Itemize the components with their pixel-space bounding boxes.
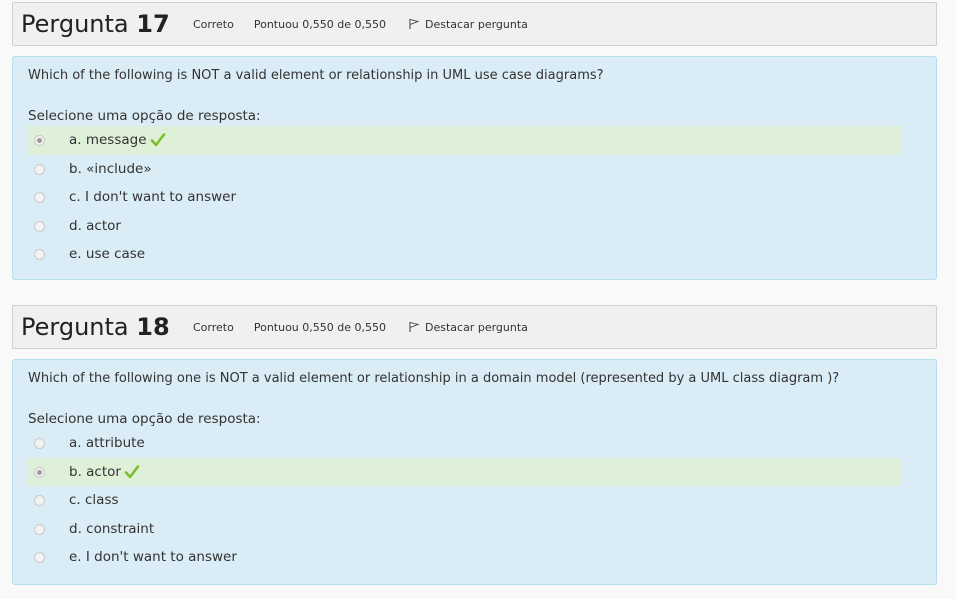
- answer-option[interactable]: c. class: [28, 486, 902, 515]
- flag-icon: [409, 18, 420, 29]
- question-number: 18: [136, 313, 170, 341]
- check-icon: [124, 464, 140, 479]
- answer-label: b. actor: [69, 463, 121, 480]
- answer-prompt: Selecione uma opção de resposta:: [28, 108, 261, 124]
- question-title-word: Pergunta: [21, 10, 129, 38]
- question-text: Which of the following one is NOT a vali…: [28, 371, 840, 386]
- answer-option[interactable]: a. attribute: [28, 429, 902, 458]
- answer-radio[interactable]: [34, 192, 45, 203]
- question-title-word: Pergunta: [21, 313, 129, 341]
- answer-option[interactable]: a. message: [28, 126, 902, 155]
- flag-question-link[interactable]: Destacar pergunta: [408, 321, 528, 334]
- answer-label: e. I don't want to answer: [69, 549, 237, 566]
- answer-list: a. message b. «include» c. I don't want …: [28, 126, 902, 269]
- answer-label: d. constraint: [69, 520, 155, 537]
- answer-radio[interactable]: [34, 163, 45, 175]
- flag-question-link[interactable]: Destacar pergunta: [408, 18, 528, 31]
- answer-option[interactable]: e. use case: [28, 240, 902, 269]
- answer-radio[interactable]: [34, 249, 45, 260]
- answer-label: d. actor: [69, 217, 121, 234]
- answer-radio[interactable]: [34, 220, 45, 232]
- answer-label: e. use case: [69, 246, 146, 263]
- answer-radio[interactable]: [34, 523, 45, 535]
- check-icon: [150, 133, 165, 147]
- answer-label: a. attribute: [69, 435, 145, 452]
- question-18: Pergunta 18 Correto Pontuou 0,550 de 0,5…: [12, 305, 937, 585]
- question-state: Correto: [193, 320, 234, 334]
- question-text: Which of the following is NOT a valid el…: [28, 68, 604, 83]
- flag-icon: [409, 321, 420, 332]
- answer-radio[interactable]: [34, 466, 45, 478]
- answer-option[interactable]: e. I don't want to answer: [28, 543, 902, 572]
- answer-label: c. class: [69, 492, 119, 509]
- answer-radio[interactable]: [34, 495, 45, 506]
- answer-option[interactable]: b. actor: [28, 457, 902, 486]
- answer-option[interactable]: d. actor: [28, 212, 902, 241]
- answer-prompt: Selecione uma opção de resposta:: [28, 411, 261, 427]
- question-content: Which of the following is NOT a valid el…: [12, 56, 937, 280]
- question-info-bar: Pergunta 18 Correto Pontuou 0,550 de 0,5…: [12, 305, 937, 349]
- question-grade: Pontuou 0,550 de 0,550: [253, 320, 386, 334]
- answer-radio[interactable]: [34, 552, 45, 563]
- question-state: Correto: [193, 17, 234, 31]
- question-info-bar: Pergunta 17 Correto Pontuou 0,550 de 0,5…: [12, 2, 937, 46]
- question-number: 17: [136, 10, 170, 38]
- answer-radio[interactable]: [34, 438, 45, 449]
- question-grade: Pontuou 0,550 de 0,550: [253, 17, 386, 31]
- flag-question-label: Destacar pergunta: [425, 17, 528, 31]
- answer-option[interactable]: b. «include»: [28, 155, 902, 184]
- question-17: Pergunta 17 Correto Pontuou 0,550 de 0,5…: [12, 2, 937, 280]
- question-title: Pergunta 17: [21, 10, 193, 38]
- answer-option[interactable]: c. I don't want to answer: [28, 183, 902, 212]
- answer-radio[interactable]: [34, 135, 45, 146]
- answer-option[interactable]: d. constraint: [28, 515, 902, 544]
- question-title: Pergunta 18: [21, 313, 193, 341]
- answer-label: c. I don't want to answer: [69, 189, 237, 206]
- answer-label: b. «include»: [69, 160, 152, 177]
- flag-question-label: Destacar pergunta: [425, 320, 528, 334]
- answer-label: a. message: [69, 132, 147, 149]
- answer-list: a. attribute b. actor c. class d. constr…: [28, 429, 902, 572]
- question-content: Which of the following one is NOT a vali…: [12, 359, 937, 585]
